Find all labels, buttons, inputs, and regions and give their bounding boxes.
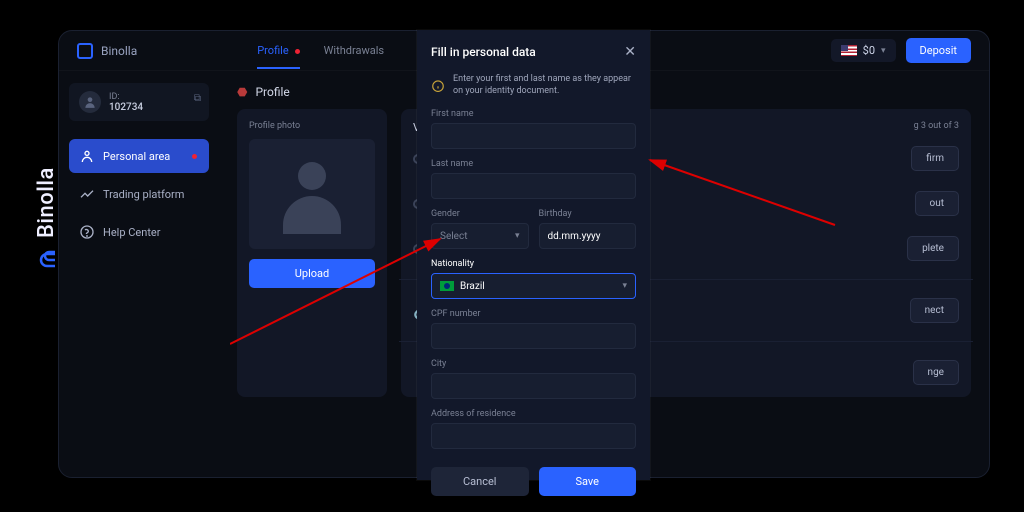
sidebar-item-personal[interactable]: Personal area	[69, 139, 209, 173]
connect-button[interactable]: nect	[910, 298, 959, 323]
user-id-card: ID:102734 ⧉	[69, 83, 209, 121]
gender-select[interactable]: Select▾	[431, 223, 529, 249]
upload-button[interactable]: Upload	[249, 259, 375, 288]
brand-arches-icon	[35, 246, 59, 270]
tab-withdrawals[interactable]: Withdrawals	[324, 32, 384, 69]
shield-alert-icon: ⬣	[237, 85, 247, 99]
close-icon[interactable]: ✕	[624, 44, 636, 60]
alert-dot-icon	[295, 49, 300, 54]
step-button-3[interactable]: plete	[907, 236, 959, 261]
info-icon	[431, 75, 445, 97]
change-button[interactable]: nge	[913, 360, 959, 385]
modal-notice: Enter your first and last name as they a…	[431, 74, 636, 97]
city-input[interactable]	[431, 373, 636, 399]
chevron-down-icon: ▾	[622, 281, 627, 291]
profile-photo-card: Profile photo Upload	[237, 109, 387, 397]
watermark: Binolla	[34, 167, 59, 270]
chart-icon	[79, 186, 95, 202]
tabs: Profile Withdrawals	[257, 32, 384, 69]
modal-title: Fill in personal data	[431, 45, 536, 59]
save-button[interactable]: Save	[539, 467, 637, 496]
sidebar-item-help[interactable]: Help Center	[69, 215, 209, 249]
first-name-input[interactable]	[431, 123, 636, 149]
step-button-2[interactable]: out	[915, 191, 960, 216]
nationality-select[interactable]: Brazil▾	[431, 273, 636, 299]
chevron-down-icon: ▾	[515, 231, 520, 241]
us-flag-icon	[841, 45, 857, 56]
help-icon	[79, 224, 95, 240]
sidebar-item-trading[interactable]: Trading platform	[69, 177, 209, 211]
profile-photo-placeholder	[249, 139, 375, 249]
logo-icon	[77, 43, 93, 59]
balance-display[interactable]: $0 ▾	[831, 39, 896, 62]
tab-profile[interactable]: Profile	[257, 32, 299, 69]
cpf-input[interactable]	[431, 323, 636, 349]
avatar-icon	[79, 91, 101, 113]
deposit-button[interactable]: Deposit	[906, 38, 971, 63]
cancel-button[interactable]: Cancel	[431, 467, 529, 496]
last-name-input[interactable]	[431, 173, 636, 199]
user-icon	[79, 148, 95, 164]
logo[interactable]: Binolla	[77, 43, 137, 59]
address-input[interactable]	[431, 423, 636, 449]
copy-icon[interactable]: ⧉	[194, 93, 201, 104]
personal-data-modal: Fill in personal data ✕ Enter your first…	[417, 30, 650, 480]
step-button-1[interactable]: firm	[911, 146, 959, 171]
sidebar: ID:102734 ⧉ Personal area Trading platfo…	[59, 71, 219, 477]
brazil-flag-icon	[440, 281, 454, 291]
birthday-input[interactable]	[539, 223, 637, 249]
chevron-down-icon: ▾	[881, 46, 886, 56]
